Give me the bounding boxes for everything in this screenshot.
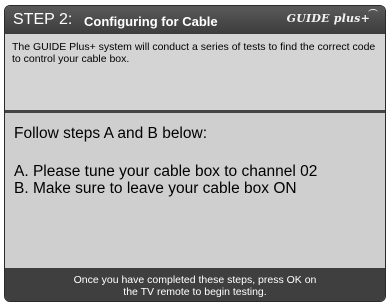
steps-list: A. Please tune your cable box to channel… bbox=[14, 163, 317, 197]
instructions-panel: Follow steps A and B below: A. Please tu… bbox=[5, 113, 385, 268]
header-bar: STEP 2: Configuring for Cable GUIDE plus… bbox=[5, 6, 385, 34]
info-text: The GUIDE Plus+ system will conduct a se… bbox=[12, 41, 376, 65]
page-title: Configuring for Cable bbox=[84, 14, 218, 29]
footer-instructions: Once you have completed these steps, pre… bbox=[5, 274, 385, 298]
setup-screen: STEP 2: Configuring for Cable GUIDE plus… bbox=[4, 5, 386, 302]
footer-line-2: the TV remote to begin testing. bbox=[123, 286, 267, 298]
footer-line-1: Once you have completed these steps, pre… bbox=[73, 274, 317, 286]
logo-text: GUIDE plus+ bbox=[286, 12, 370, 25]
footer-bar: Once you have completed these steps, pre… bbox=[5, 268, 385, 301]
step-b: B. Make sure to leave your cable box ON bbox=[14, 180, 297, 197]
instructions-heading: Follow steps A and B below: bbox=[14, 125, 208, 142]
guide-plus-logo: GUIDE plus+ bbox=[286, 9, 378, 25]
step-a: A. Please tune your cable box to channel… bbox=[14, 163, 318, 180]
step-number: STEP 2: bbox=[13, 11, 73, 28]
info-panel: The GUIDE Plus+ system will conduct a se… bbox=[5, 34, 385, 110]
logo-swoosh-icon bbox=[368, 9, 378, 16]
